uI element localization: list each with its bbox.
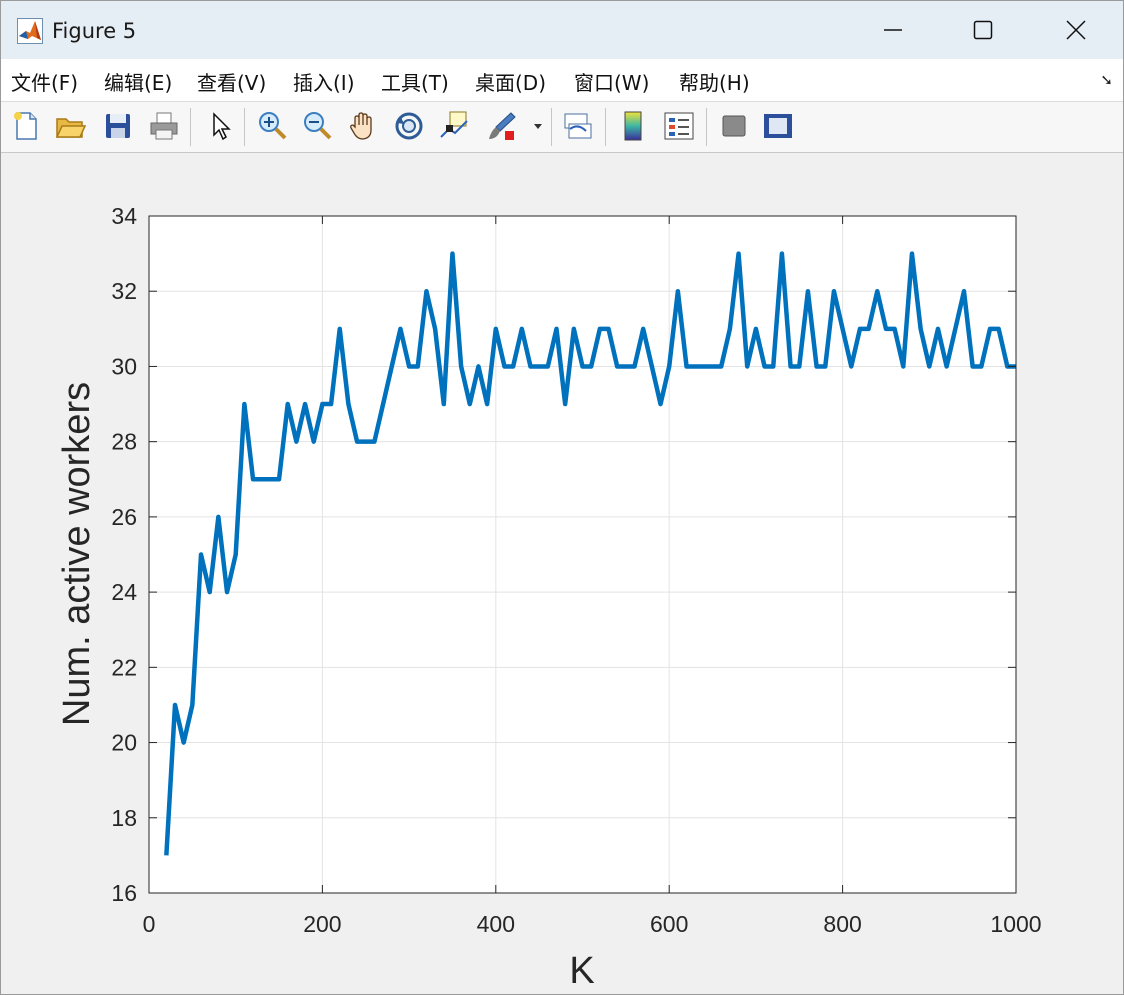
x-tick-label: 1000 [990,911,1041,937]
x-tick-label: 0 [143,911,156,937]
menu-help[interactable]: 帮助(H) [679,67,750,96]
close-icon [1066,20,1086,40]
y-tick-label: 24 [111,579,137,605]
y-tick-label: 30 [111,353,137,379]
menu-view[interactable]: 查看(V) [197,67,266,96]
hide-plot-tools-icon[interactable] [717,109,751,143]
axes-background [149,216,1016,893]
toolbar-separator [190,108,191,146]
toolbar-separator [706,108,707,146]
figure-toolbar [1,102,1123,153]
y-tick-label: 16 [111,880,137,906]
plot-area[interactable]: 0 200 400 600 800 1000 16 18 20 22 24 26 28 30 32 34 K … [1,153,1123,994]
minimize-icon [884,29,902,31]
dock-arrow-icon[interactable]: ➘ [1100,71,1113,89]
y-tick-label: 34 [111,203,137,229]
rotate-3d-icon[interactable] [392,109,426,143]
toolbar-separator [605,108,606,146]
menu-tools[interactable]: 工具(T) [381,67,449,96]
x-tick-label: 200 [303,911,341,937]
maximize-button[interactable] [953,1,1013,59]
minimize-button[interactable] [863,1,923,59]
show-plot-tools-icon[interactable] [761,109,795,143]
y-tick-label: 22 [111,654,137,680]
x-tick-label: 400 [477,911,515,937]
menu-desktop[interactable]: 桌面(D) [475,67,546,96]
print-icon[interactable] [147,109,181,143]
new-figure-icon[interactable] [9,109,43,143]
toolbar-separator [244,108,245,146]
link-plot-icon[interactable] [561,109,595,143]
menu-bar: 文件(F) 编辑(E) 查看(V) 插入(I) 工具(T) 桌面(D) 窗口(W… [1,59,1123,102]
open-file-icon[interactable] [53,109,87,143]
x-tick-label: 600 [650,911,688,937]
close-button[interactable] [1046,1,1106,59]
title-bar[interactable]: Figure 5 [1,1,1123,59]
menu-window[interactable]: 窗口(W) [574,67,649,96]
y-axis-label: Num. active workers [56,382,98,726]
zoom-out-icon[interactable] [300,109,334,143]
y-tick-label: 26 [111,504,137,530]
y-tick-label: 18 [111,805,137,831]
y-tick-label: 28 [111,429,137,455]
toolbar-separator [551,108,552,146]
colorbar-icon[interactable] [616,109,650,143]
brush-dropdown-icon[interactable] [531,109,545,143]
zoom-in-icon[interactable] [255,109,289,143]
x-axis-label: K [569,950,594,992]
y-tick-label: 32 [111,278,137,304]
menu-file[interactable]: 文件(F) [11,67,78,96]
window-title: Figure 5 [52,19,137,43]
brush-icon[interactable] [485,109,519,143]
x-tick-label: 800 [823,911,861,937]
pointer-icon[interactable] [203,109,237,143]
matlab-logo-icon [17,18,43,44]
pan-hand-icon[interactable] [346,109,380,143]
figure-window: Figure 5 文件(F) 编辑(E) 查看(V) 插入(I) 工具(T) 桌… [0,0,1124,995]
line-chart[interactable]: 0 200 400 600 800 100016182022242628303234 K … [1,153,1123,994]
legend-icon[interactable] [662,109,696,143]
menu-insert[interactable]: 插入(I) [293,67,355,96]
maximize-icon [973,20,993,40]
menu-edit[interactable]: 编辑(E) [104,67,172,96]
save-icon[interactable] [101,109,135,143]
y-tick-label: 20 [111,730,137,756]
data-cursor-icon[interactable] [437,109,471,143]
